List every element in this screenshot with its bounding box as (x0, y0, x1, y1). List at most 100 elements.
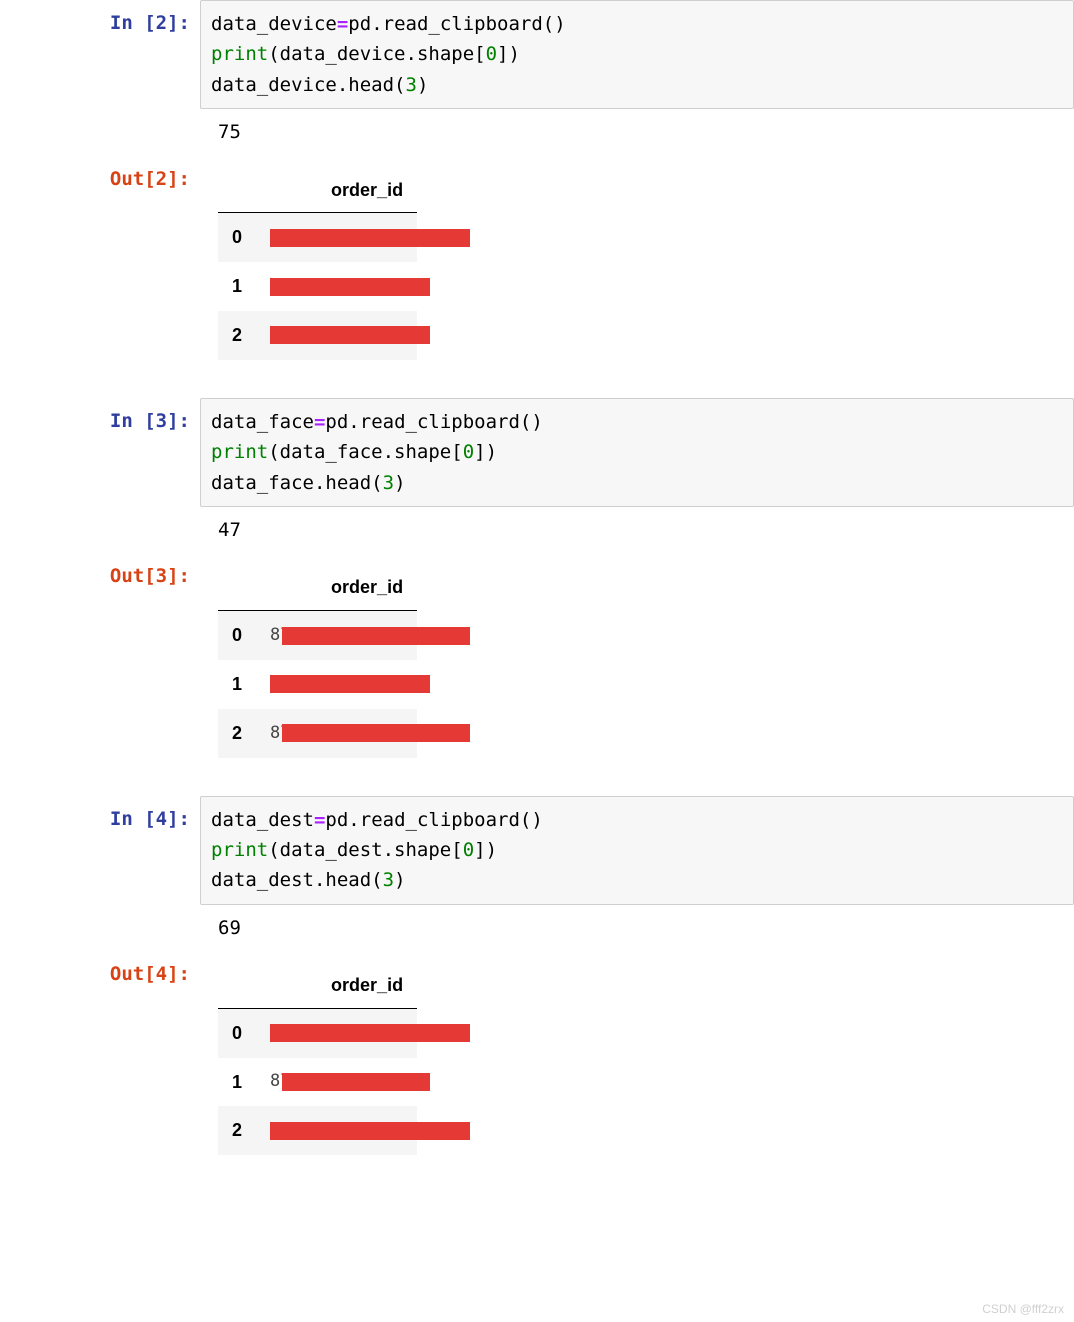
code-token: 3 (383, 472, 394, 494)
table-row: 08792093922712 (218, 1008, 417, 1057)
code-token: ) (417, 74, 428, 96)
df-row-index: 0 (218, 611, 256, 660)
code-input[interactable]: data_device=pd.read_clipboard() print(da… (200, 0, 1074, 109)
redaction-block (270, 1024, 470, 1042)
table-row: 28799986560098 (218, 1106, 417, 1155)
code-token: print (211, 441, 268, 463)
df-row-index: 1 (218, 262, 256, 311)
redaction-block (270, 229, 470, 247)
dataframe-table: order_id08792093922712187291855020972879… (218, 963, 417, 1155)
df-row-index: 2 (218, 1106, 256, 1155)
code-token: ]) (474, 839, 497, 861)
df-col-header: order_id (256, 963, 417, 1008)
code-token: print (211, 43, 268, 65)
code-token: shape[ (417, 43, 486, 65)
code-token: shape[ (394, 441, 463, 463)
df-cell-value: 8792093922712 (256, 1008, 417, 1057)
code-token: data_device (211, 13, 337, 35)
df-row-index: 0 (218, 213, 256, 262)
code-token: data_face (211, 472, 314, 494)
df-row-index: 1 (218, 660, 256, 709)
code-token: ) (394, 869, 405, 891)
code-token: = (337, 13, 348, 35)
stdout-text: 47 (218, 519, 241, 541)
in-prompt: In [3]: (0, 398, 200, 444)
redaction-block (270, 1122, 470, 1140)
df-cell-value: 8729100020048 (256, 709, 417, 758)
code-token: (data_dest (268, 839, 382, 861)
input-cell: In [3]: data_face =pd. read_clipboard() pri… (0, 398, 1074, 507)
code-token: data_device (211, 74, 337, 96)
redaction-block (270, 278, 430, 296)
redaction-block (282, 627, 470, 645)
redaction-block (282, 724, 470, 742)
code-token: . (405, 43, 416, 65)
table-row: 18799293141043 (218, 262, 417, 311)
input-cell: In [4]:data_dest=pd.read_clipboard() pri… (0, 796, 1074, 905)
redaction-block (270, 326, 430, 344)
code-token: ) (394, 472, 405, 494)
dataframe-output: order_id08792093922712187291855020972879… (200, 951, 1074, 1163)
df-row-index: 1 (218, 1058, 256, 1107)
code-token: 0 (463, 441, 474, 463)
code-token: read_clipboard() (360, 411, 543, 433)
df-index-header (218, 168, 256, 213)
df-index-header (218, 963, 256, 1008)
stdout-text: 69 (218, 917, 241, 939)
code-token: 0 (463, 839, 474, 861)
in-prompt-label: In [2]: (110, 12, 190, 34)
table-row: 28729100020048 (218, 709, 417, 758)
output-cell: Out[4]:order_id0879209392271218729185502… (0, 951, 1074, 1163)
code-token: head( (325, 869, 382, 891)
df-index-header (218, 565, 256, 610)
code-token: = (314, 411, 325, 433)
df-row-index: 2 (218, 311, 256, 360)
table-row: 08799287217482 (218, 213, 417, 262)
out-prompt-label: Out[3]: (110, 565, 190, 587)
dataframe-output: order_id08799258174835187900420037482872… (200, 553, 1074, 765)
in-prompt: In [4]: (0, 796, 200, 842)
code-token: pd (348, 13, 371, 35)
code-token: . (314, 472, 325, 494)
code-token: data_dest (211, 869, 314, 891)
code-token: . (383, 839, 394, 861)
watermark: CSDN @fff2zrx (982, 1302, 1064, 1316)
out-prompt: Out[4]: (0, 951, 200, 997)
stdout-output: 75 (200, 109, 1074, 155)
df-cell-value: 8799170858097 (256, 311, 417, 360)
code-token: read_clipboard() (383, 13, 566, 35)
dataframe-table: order_id08799258174835187900420037482872… (218, 565, 417, 757)
df-cell-value: 8799986560098 (256, 1106, 417, 1155)
code-token: read_clipboard() (360, 809, 543, 831)
code-input[interactable]: data_dest=pd.read_clipboard() print(data… (200, 796, 1074, 905)
out-prompt-label: Out[2]: (110, 168, 190, 190)
code-input[interactable]: data_face=pd.read_clipboard() print(data… (200, 398, 1074, 507)
table-row: 18790042003748 (218, 660, 417, 709)
stdout-output: 47 (200, 507, 1074, 553)
dataframe-table: order_id08799287217482187992931410432879… (218, 168, 417, 360)
code-token: ]) (474, 441, 497, 463)
code-token: head( (348, 74, 405, 96)
code-token: 3 (406, 74, 417, 96)
code-token: . (337, 74, 348, 96)
stdout-output: 69 (200, 905, 1074, 951)
code-token: pd (325, 809, 348, 831)
input-cell: In [2]:data_device=pd.read_clipboard() p… (0, 0, 1074, 109)
table-row: 28799170858097 (218, 311, 417, 360)
stdout-cell: 75 (0, 109, 1074, 155)
empty-prompt (0, 905, 200, 921)
df-row-index: 0 (218, 1008, 256, 1057)
code-token: (data_device (268, 43, 405, 65)
in-prompt: In [2]: (0, 0, 200, 46)
code-token: shape[ (394, 839, 463, 861)
code-token: = (314, 809, 325, 831)
code-token: pd (325, 411, 348, 433)
out-prompt: Out[3]: (0, 553, 200, 599)
stdout-text: 75 (218, 121, 241, 143)
empty-prompt (0, 507, 200, 523)
in-prompt-label: In [4]: (110, 808, 190, 830)
redaction-block (282, 1073, 430, 1091)
output-cell: Out[2]: order_id0879928721748218799293141… (0, 156, 1074, 368)
in-prompt-label: In [3]: (110, 410, 190, 432)
code-token: . (314, 869, 325, 891)
